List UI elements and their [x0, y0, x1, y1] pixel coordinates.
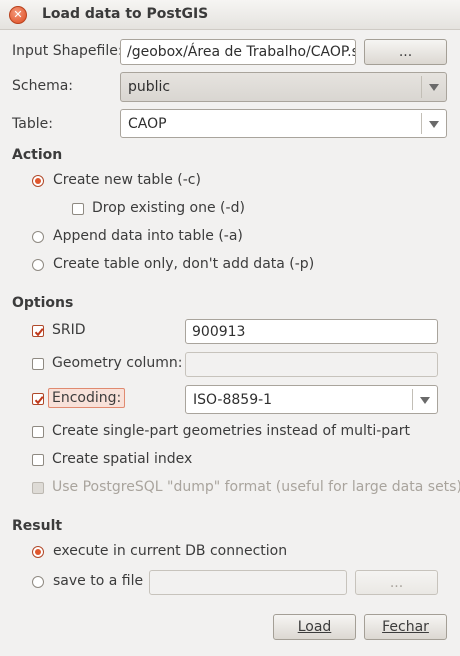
srid-field[interactable]: 900913: [185, 319, 438, 344]
action-heading: Action: [12, 147, 63, 163]
combo-separator: [421, 113, 422, 134]
combo-separator: [421, 76, 422, 98]
create-new-table-label[interactable]: Create new table (-c): [53, 172, 201, 188]
table-value: CAOP: [128, 116, 167, 132]
encoding-value: ISO-8859-1: [193, 392, 273, 408]
radio-create-table-only[interactable]: [32, 259, 44, 271]
input-shapefile-field[interactable]: /geobox/Área de Trabalho/CAOP.shp: [120, 39, 356, 65]
radio-create-new-table[interactable]: [32, 175, 44, 187]
srid-label[interactable]: SRID: [52, 322, 86, 338]
window-title: Load data to PostGIS: [42, 6, 209, 22]
radio-save-to-file[interactable]: [32, 576, 44, 588]
schema-combo[interactable]: public: [120, 72, 447, 102]
chevron-down-icon: [429, 84, 439, 91]
checkmark-icon: [34, 328, 44, 337]
table-combo[interactable]: CAOP: [120, 109, 447, 138]
geometry-column-label[interactable]: Geometry column:: [52, 355, 183, 371]
browse-save-file-button[interactable]: ...: [355, 570, 438, 595]
options-heading: Options: [12, 295, 74, 311]
encoding-combo[interactable]: ISO-8859-1: [185, 385, 438, 414]
table-label: Table:: [12, 116, 53, 132]
input-shapefile-label: Input Shapefile:: [12, 43, 123, 59]
encoding-label[interactable]: Encoding:: [48, 388, 126, 408]
checkbox-single-part[interactable]: [32, 426, 44, 438]
radio-append-data[interactable]: [32, 231, 44, 243]
checkbox-spatial-index[interactable]: [32, 454, 44, 466]
execute-current-db-label[interactable]: execute in current DB connection: [53, 543, 287, 559]
drop-existing-label[interactable]: Drop existing one (-d): [92, 200, 245, 216]
chevron-down-icon: [429, 121, 439, 128]
checkbox-dump-format[interactable]: [32, 482, 44, 494]
single-part-label[interactable]: Create single-part geometries instead of…: [52, 423, 410, 439]
create-table-only-label[interactable]: Create table only, don't add data (-p): [53, 256, 314, 272]
load-button[interactable]: Load: [273, 614, 356, 640]
schema-value: public: [128, 79, 171, 95]
append-data-label[interactable]: Append data into table (-a): [53, 228, 243, 244]
checkmark-icon: [34, 396, 44, 405]
combo-separator: [412, 389, 413, 410]
chevron-down-icon: [420, 397, 430, 404]
geometry-column-field[interactable]: [185, 352, 438, 377]
dump-format-label: Use PostgreSQL "dump" format (useful for…: [52, 479, 460, 495]
save-to-file-label[interactable]: save to a file: [53, 573, 143, 589]
schema-label: Schema:: [12, 78, 74, 94]
close-button[interactable]: Fechar: [364, 614, 447, 640]
checkbox-encoding[interactable]: [32, 393, 44, 405]
save-file-path-field[interactable]: [149, 570, 347, 595]
checkbox-drop-existing[interactable]: [72, 203, 84, 215]
checkbox-srid[interactable]: [32, 325, 44, 337]
browse-shapefile-button[interactable]: ...: [364, 39, 447, 65]
spatial-index-label[interactable]: Create spatial index: [52, 451, 192, 467]
close-window-button[interactable]: ✕: [9, 6, 27, 24]
result-heading: Result: [12, 518, 63, 534]
checkbox-geometry-column[interactable]: [32, 358, 44, 370]
radio-execute-current-db[interactable]: [32, 546, 44, 558]
